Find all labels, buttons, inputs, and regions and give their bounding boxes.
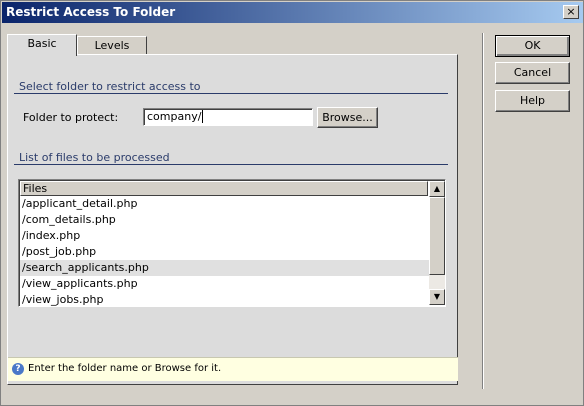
section-divider bbox=[14, 164, 448, 165]
list-item[interactable]: /view_applicants.php bbox=[20, 276, 430, 292]
tab-basic[interactable]: Basic bbox=[7, 34, 77, 56]
folder-label: Folder to protect: bbox=[23, 111, 119, 124]
help-button-label: Help bbox=[519, 94, 546, 107]
close-icon: × bbox=[566, 5, 576, 18]
vertical-divider bbox=[482, 33, 484, 389]
list-item[interactable]: /com_details.php bbox=[20, 212, 430, 228]
section-select-folder: Select folder to restrict access to bbox=[19, 80, 201, 93]
vertical-scrollbar[interactable]: ▲ ▼ bbox=[429, 181, 445, 305]
browse-button[interactable]: Browse... bbox=[317, 107, 378, 128]
files-column-header[interactable]: Files bbox=[20, 181, 428, 196]
cancel-button-label: Cancel bbox=[513, 66, 552, 79]
tab-levels[interactable]: Levels bbox=[77, 36, 147, 56]
list-item[interactable]: /view_jobs.php bbox=[20, 292, 430, 306]
ok-button[interactable]: OK bbox=[495, 35, 570, 57]
list-item[interactable]: /post_job.php bbox=[20, 244, 430, 260]
help-icon: ? bbox=[12, 363, 24, 375]
tab-levels-label: Levels bbox=[94, 39, 130, 52]
browse-button-label: Browse... bbox=[322, 111, 373, 124]
help-button[interactable]: Help bbox=[495, 90, 570, 112]
dialog-window: Restrict Access To Folder × Basic Levels… bbox=[0, 0, 584, 406]
files-column-header-label: Files bbox=[23, 182, 48, 195]
hint-text: Enter the folder name or Browse for it. bbox=[28, 363, 222, 374]
tab-basic-label: Basic bbox=[27, 37, 57, 50]
hint-bar: ? Enter the folder name or Browse for it… bbox=[8, 357, 458, 381]
cancel-button[interactable]: Cancel bbox=[495, 62, 570, 84]
ok-button-label: OK bbox=[524, 39, 541, 52]
window-title: Restrict Access To Folder bbox=[6, 5, 176, 19]
list-item[interactable]: /applicant_detail.php bbox=[20, 196, 430, 212]
folder-input-value: company/ bbox=[147, 110, 202, 123]
scroll-down-button[interactable]: ▼ bbox=[429, 289, 445, 305]
list-item[interactable]: /index.php bbox=[20, 228, 430, 244]
section-divider bbox=[14, 93, 448, 94]
close-button[interactable]: × bbox=[563, 5, 579, 19]
folder-input[interactable]: company/ bbox=[143, 108, 313, 126]
scroll-thumb[interactable] bbox=[429, 197, 445, 275]
arrow-up-icon: ▲ bbox=[433, 184, 441, 193]
section-files-list: List of files to be processed bbox=[19, 151, 170, 164]
arrow-down-icon: ▼ bbox=[433, 292, 441, 301]
list-item[interactable]: /search_applicants.php bbox=[20, 260, 430, 276]
files-list[interactable]: Files /applicant_detail.php /com_details… bbox=[18, 179, 446, 307]
title-bar[interactable]: Restrict Access To Folder × bbox=[2, 2, 583, 23]
scroll-up-button[interactable]: ▲ bbox=[429, 181, 445, 197]
